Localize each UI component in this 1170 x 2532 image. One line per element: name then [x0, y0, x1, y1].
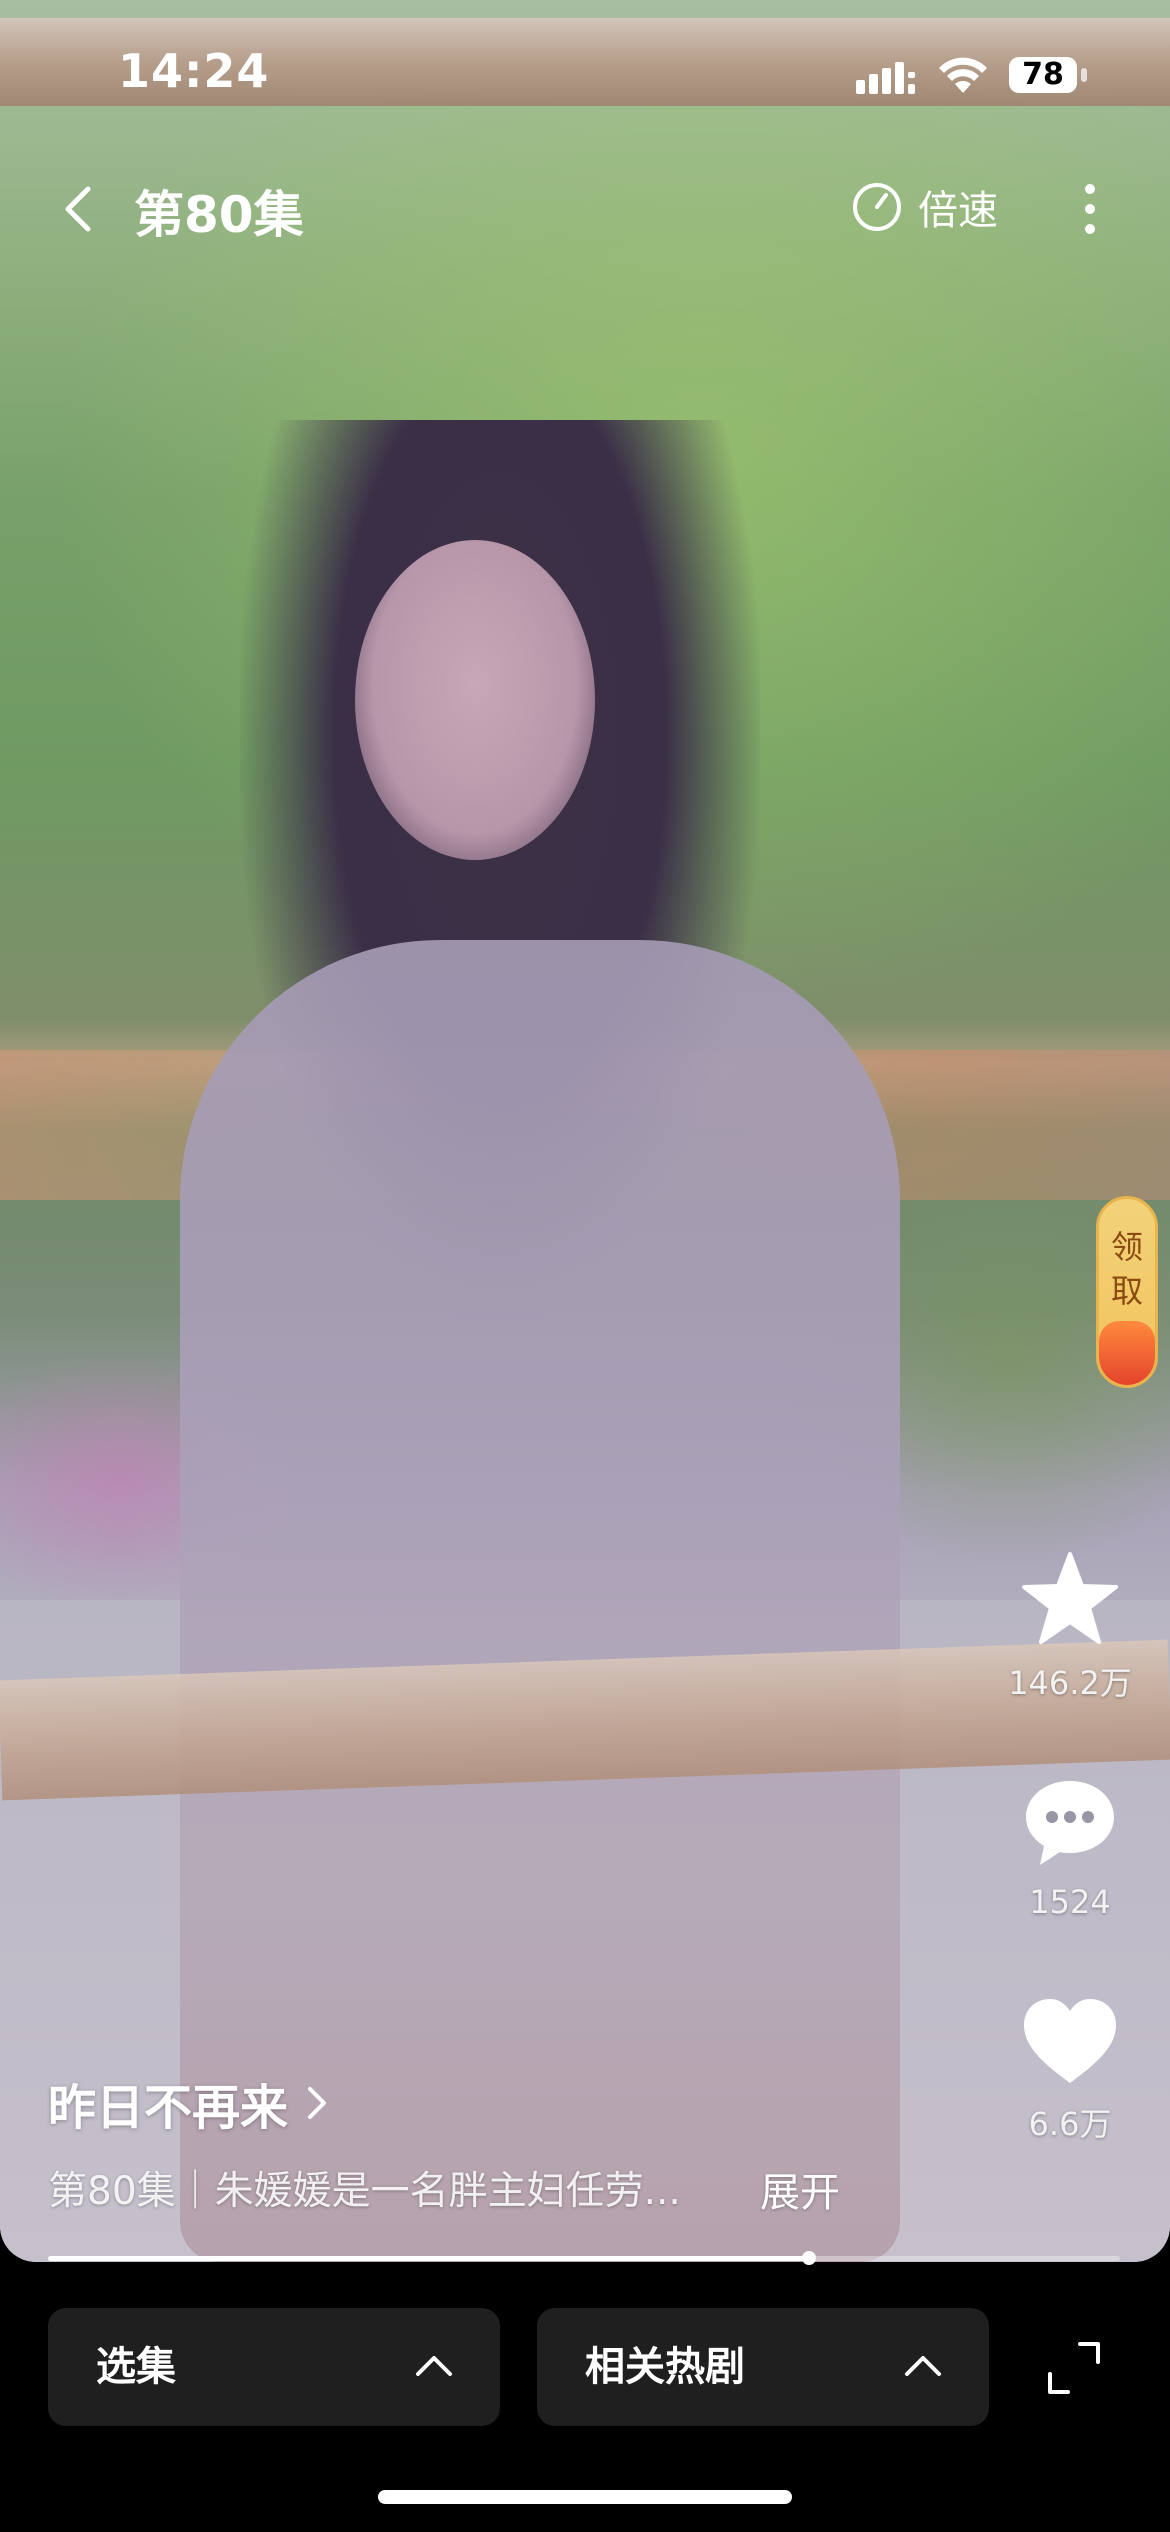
reward-label-line1: 领: [1110, 1228, 1143, 1266]
favorite-count: 146.2万: [1008, 1664, 1132, 1702]
chevron-up-icon: [416, 2356, 452, 2376]
star-icon: [1022, 1552, 1118, 1644]
fullscreen-icon[interactable]: [1044, 2338, 1104, 2398]
comment-bubble-icon: [1026, 1781, 1114, 1865]
chevron-right-icon: [308, 2087, 327, 2119]
heart-icon: [1024, 1999, 1116, 2083]
playback-speed-button[interactable]: 倍速: [850, 177, 998, 237]
episode-title: 第80集: [134, 186, 304, 244]
red-envelope-icon: [1099, 1321, 1155, 1385]
video-player[interactable]: [0, 0, 1170, 2262]
status-time: 14:24: [118, 44, 270, 98]
video-subject-face: [355, 540, 595, 860]
top-bar: 第80集 倍速: [0, 165, 1170, 249]
favorite-button[interactable]: 146.2万: [1000, 1550, 1140, 1704]
episodes-label: 选集: [96, 2344, 176, 2390]
playback-progress-fill: [48, 2256, 810, 2261]
back-arrow-icon[interactable]: [50, 179, 110, 239]
wifi-icon: [939, 57, 987, 93]
chevron-up-icon: [905, 2356, 941, 2376]
reward-label-line2: 取: [1110, 1272, 1143, 1310]
playback-progress-bar[interactable]: [48, 2251, 1120, 2265]
playback-progress-knob[interactable]: [802, 2251, 817, 2265]
drama-title: 昨日不再来: [48, 2080, 289, 2136]
related-dramas-button[interactable]: 相关热剧: [537, 2308, 989, 2426]
expand-description-button[interactable]: 展开: [760, 2160, 840, 2218]
status-bar: 14:24 78: [0, 0, 1170, 150]
drama-title-link[interactable]: 昨日不再来: [48, 2068, 330, 2138]
episode-description: 第80集｜朱媛媛是一名胖主妇任劳...: [48, 2169, 681, 2214]
home-indicator[interactable]: [378, 2490, 792, 2504]
playback-speed-label: 倍速: [918, 188, 998, 234]
battery-level: 78: [1009, 57, 1077, 93]
like-count: 6.6万: [1028, 2105, 1112, 2143]
comment-button[interactable]: 1524: [1000, 1775, 1140, 1921]
battery-tip: [1081, 68, 1087, 82]
video-subject-body: [180, 940, 900, 2262]
more-options-icon[interactable]: [1068, 179, 1112, 239]
related-dramas-label: 相关热剧: [585, 2344, 745, 2390]
comment-count: 1524: [1029, 1883, 1111, 1921]
cellular-signal-icon: [856, 62, 915, 94]
reward-claim-widget[interactable]: 领 取: [1096, 1196, 1158, 1388]
speed-dial-icon: [853, 183, 901, 231]
reward-label: 领 取: [1099, 1225, 1155, 1313]
episodes-selector-button[interactable]: 选集: [48, 2308, 500, 2426]
like-button[interactable]: 6.6万: [1000, 1995, 1140, 2145]
